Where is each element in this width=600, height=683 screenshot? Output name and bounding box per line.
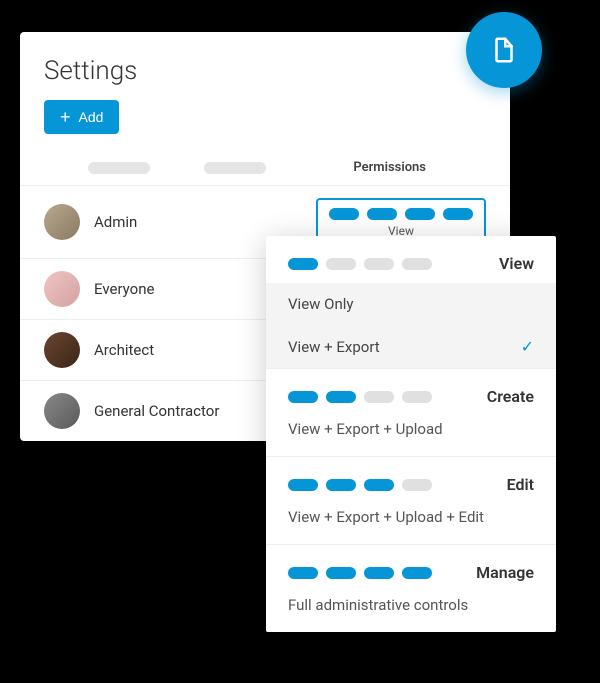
group-description: View + Export + Upload (288, 416, 534, 440)
permission-group-create: Create View + Export + Upload (266, 368, 556, 456)
avatar (44, 332, 80, 368)
page-title: Settings (44, 56, 486, 86)
column-placeholder (204, 162, 266, 174)
group-title: View (499, 254, 534, 273)
permissions-dropdown: View View Only View + Export ✓ Create Vi… (266, 236, 556, 632)
permission-pills (328, 208, 474, 220)
role-name: General Contractor (94, 402, 219, 420)
group-title: Create (487, 387, 534, 406)
table-header: Permissions (20, 148, 510, 185)
group-header: View (288, 254, 534, 273)
plus-icon: + (60, 108, 71, 126)
option-view-export[interactable]: View + Export ✓ (266, 325, 556, 368)
document-icon (489, 35, 519, 65)
add-button[interactable]: + Add (44, 100, 119, 134)
group-header: Manage (288, 563, 534, 582)
avatar (44, 271, 80, 307)
group-description: Full administrative controls (288, 592, 534, 616)
option-view-only[interactable]: View Only (266, 283, 556, 325)
permission-group-edit: Edit View + Export + Upload + Edit (266, 456, 556, 544)
permission-group-view: View View Only View + Export ✓ (266, 236, 556, 368)
permissions-column-label: Permissions (353, 160, 486, 175)
option-label: View Only (288, 295, 354, 313)
role-name: Everyone (94, 280, 154, 298)
card-header: Settings + Add (20, 32, 510, 148)
role-name: Architect (94, 341, 154, 359)
group-title: Edit (507, 475, 534, 494)
group-title: Manage (476, 563, 534, 582)
column-placeholder (88, 162, 150, 174)
option-label: View + Export (288, 338, 380, 356)
permission-group-manage: Manage Full administrative controls (266, 544, 556, 632)
avatar (44, 393, 80, 429)
group-header: Create (288, 387, 534, 406)
add-button-label: Add (79, 109, 104, 125)
check-icon: ✓ (521, 337, 534, 356)
group-header: Edit (288, 475, 534, 494)
document-fab[interactable] (466, 12, 542, 88)
group-description: View + Export + Upload + Edit (288, 504, 534, 528)
role-name: Admin (94, 213, 137, 231)
avatar (44, 204, 80, 240)
